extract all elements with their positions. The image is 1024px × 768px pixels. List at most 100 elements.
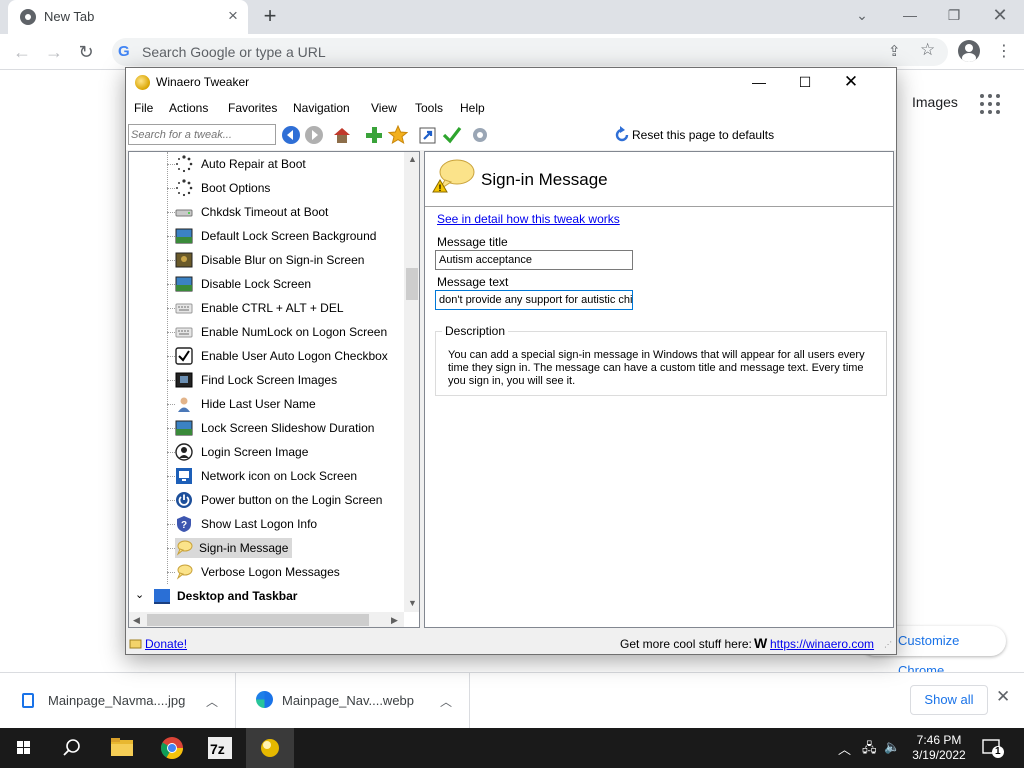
reload-icon[interactable]: ↻ (74, 40, 98, 64)
tree-item-label: Enable NumLock on Logon Screen (201, 325, 388, 339)
tab-close-icon[interactable]: × (224, 6, 242, 26)
chrome-taskbar-button[interactable] (148, 728, 196, 768)
download-item[interactable]: Mainpage_Nav....webp ︿ (236, 673, 470, 729)
tree-item[interactable]: Power button on the Login Screen (129, 488, 405, 512)
message-title-field[interactable]: Autism acceptance (435, 250, 633, 270)
tree-item[interactable]: Default Lock Screen Background (129, 224, 405, 248)
settings-button[interactable] (470, 125, 490, 145)
how-tweak-works-link[interactable]: See in detail how this tweak works (437, 212, 620, 226)
tree-item[interactable]: Disable Blur on Sign-in Screen (129, 248, 405, 272)
chrome-minimize-button[interactable]: — (896, 4, 924, 26)
shortcut-button[interactable] (418, 125, 438, 145)
forward-button[interactable] (304, 125, 324, 145)
search-button[interactable] (48, 728, 96, 768)
tree-item[interactable]: Enable User Auto Logon Checkbox (129, 344, 405, 368)
menu-actions[interactable]: Actions (169, 101, 208, 115)
drive-icon (175, 209, 193, 217)
tree-item[interactable]: Chkdsk Timeout at Boot (129, 200, 405, 224)
menu-help[interactable]: Help (460, 101, 485, 115)
scroll-down-icon[interactable]: ▼ (408, 598, 417, 608)
show-hidden-icons-chevron[interactable]: ︿ (838, 739, 851, 758)
donate-icon (129, 639, 142, 649)
maximize-button[interactable]: ☐ (782, 72, 828, 94)
chevron-up-icon[interactable]: ︿ (440, 693, 452, 710)
winaero-taskbar-button[interactable] (246, 728, 294, 768)
reset-page-label[interactable]: Reset this page to defaults (632, 128, 774, 142)
scroll-right-icon[interactable]: ▶ (391, 615, 398, 626)
scroll-up-icon[interactable]: ▲ (408, 154, 417, 164)
file-explorer-button[interactable] (98, 728, 146, 768)
scroll-left-icon[interactable]: ◀ (133, 615, 140, 626)
tweak-search-input[interactable] (128, 124, 276, 145)
add-favorite-button[interactable] (364, 125, 384, 145)
notification-center-button[interactable]: 1 (982, 738, 1004, 758)
sign-in-message-bubble-icon: ! (432, 159, 475, 193)
new-tab-button[interactable]: + (258, 4, 282, 28)
omnibox[interactable]: G Search Google or type a URL ⇪ ☆ (112, 38, 948, 66)
tree-item-selected[interactable]: Sign-in Message (129, 536, 405, 560)
tree-item[interactable]: Find Lock Screen Images (129, 368, 405, 392)
chevron-up-icon[interactable]: ︿ (206, 693, 218, 710)
donate-link[interactable]: Donate! (145, 637, 187, 651)
taskbar-clock[interactable]: 7:46 PM 3/19/2022 (904, 733, 974, 763)
status-bar: Donate! Get more cool stuff here: W http… (126, 632, 896, 654)
tree-item[interactable]: Network icon on Lock Screen (129, 464, 405, 488)
google-apps-grid-icon[interactable] (980, 94, 1000, 114)
winaero-website-link[interactable]: https://winaero.com (770, 637, 874, 651)
start-button[interactable] (0, 728, 48, 768)
favorites-button[interactable] (387, 124, 409, 145)
volume-icon[interactable]: 🔈 (884, 739, 900, 755)
message-text-field[interactable]: don't provide any support for autistic c… (435, 290, 633, 310)
tweak-tree[interactable]: Auto Repair at Boot Boot Options Chkdsk … (128, 151, 420, 628)
tree-item[interactable]: Login Screen Image (129, 440, 405, 464)
window-titlebar[interactable]: Winaero Tweaker — ☐ ✕ (126, 68, 896, 96)
tree-item[interactable]: Disable Lock Screen (129, 272, 405, 296)
tree-item[interactable]: Verbose Logon Messages (129, 560, 405, 584)
tab-new-tab[interactable]: New Tab × (8, 0, 248, 34)
7zip-taskbar-button[interactable]: 7z (196, 728, 244, 768)
back-button[interactable] (281, 125, 301, 145)
chrome-close-button[interactable]: ✕ (986, 4, 1014, 26)
menu-view[interactable]: View (371, 101, 397, 115)
tab-search-chevron-icon[interactable]: ⌄ (848, 4, 876, 26)
tree-item[interactable]: Lock Screen Slideshow Duration (129, 416, 405, 440)
chevron-down-icon[interactable]: ⌄ (135, 588, 144, 601)
download-item[interactable]: Mainpage_Navma....jpg ︿ (0, 673, 236, 729)
tree-item-label: Boot Options (201, 181, 271, 195)
tree-item[interactable]: Boot Options (129, 176, 405, 200)
search-icon (63, 739, 80, 756)
tree-item[interactable]: Auto Repair at Boot (129, 152, 405, 176)
resize-grip-icon[interactable]: ⋰ (884, 640, 892, 649)
tree-item[interactable]: Enable CTRL + ALT + DEL (129, 296, 405, 320)
menu-file[interactable]: File (134, 101, 153, 115)
menu-tools[interactable]: Tools (415, 101, 443, 115)
share-icon[interactable]: ⇪ (888, 42, 901, 60)
reset-page-button[interactable] (612, 125, 632, 145)
scrollbar-thumb[interactable] (406, 268, 418, 300)
menu-navigation[interactable]: Navigation (293, 101, 350, 115)
close-button[interactable]: ✕ (828, 72, 874, 94)
chrome-restore-button[interactable]: ❐ (940, 4, 968, 26)
home-button[interactable] (332, 125, 352, 145)
bookmark-star-icon[interactable]: ☆ (920, 40, 935, 60)
tree-item[interactable]: Hide Last User Name (129, 392, 405, 416)
chrome-menu-kebab-icon[interactable]: ⋮ (996, 40, 1012, 64)
vertical-scrollbar[interactable]: ▲ ▼ (404, 152, 419, 612)
menu-favorites[interactable]: Favorites (228, 101, 277, 115)
apply-button[interactable] (442, 125, 462, 145)
landscape-icon (175, 276, 193, 292)
tweak-detail-pane: ! Sign-in Message See in detail how this… (424, 151, 894, 628)
minimize-button[interactable]: — (736, 72, 782, 94)
tree-category[interactable]: ⌄ Desktop and Taskbar (129, 584, 405, 608)
tree-item[interactable]: Enable NumLock on Logon Screen (129, 320, 405, 344)
images-link[interactable]: Images (912, 94, 958, 110)
close-download-bar-icon[interactable]: ✕ (996, 687, 1010, 707)
tree-item[interactable]: ? Show Last Logon Info (129, 512, 405, 536)
scrollbar-thumb[interactable] (147, 614, 369, 626)
forward-arrow-icon[interactable]: → (42, 40, 66, 64)
show-all-button[interactable]: Show all (910, 685, 988, 715)
network-icon[interactable]: 🖧 (862, 739, 877, 761)
horizontal-scrollbar[interactable]: ◀ ▶ (129, 612, 404, 627)
profile-avatar-icon[interactable] (958, 40, 980, 62)
back-arrow-icon[interactable]: ← (10, 40, 34, 64)
